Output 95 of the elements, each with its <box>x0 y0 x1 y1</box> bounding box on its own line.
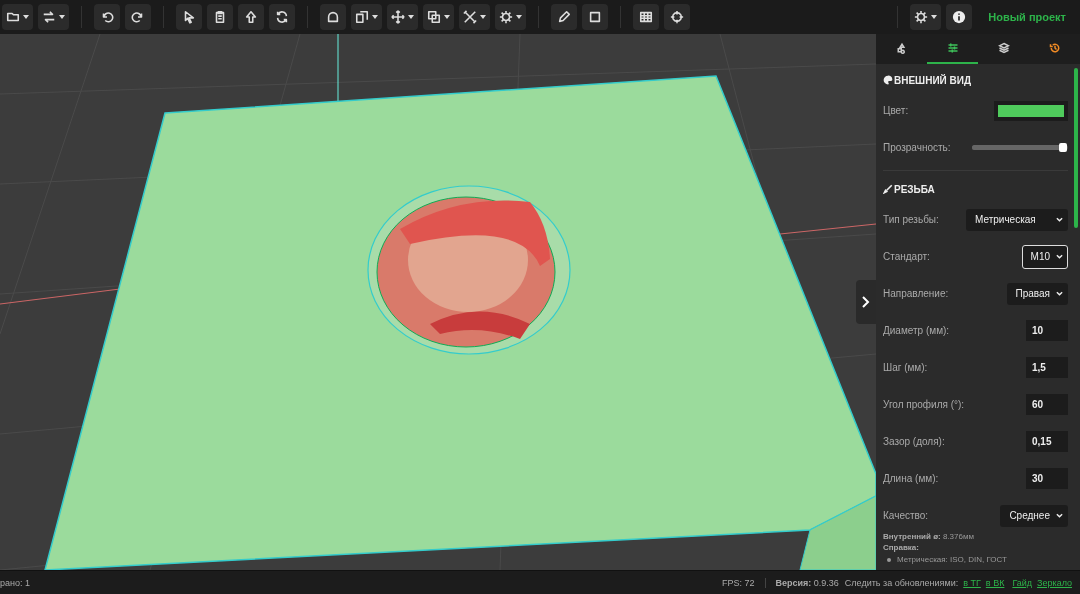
caret-icon <box>516 15 522 19</box>
grid-icon <box>639 10 653 24</box>
arch-icon <box>326 10 340 24</box>
field-label: Длина (мм): <box>883 473 939 484</box>
caret-icon <box>408 15 414 19</box>
undo-icon <box>100 10 114 24</box>
caret-icon <box>59 15 65 19</box>
fps-counter: FPS: 72 <box>722 577 755 588</box>
caret-icon <box>23 15 29 19</box>
refresh-icon <box>275 10 289 24</box>
refresh-button[interactable] <box>269 4 295 30</box>
folder-icon <box>6 10 20 24</box>
field-label: Направление: <box>883 288 949 299</box>
layers-button[interactable] <box>423 4 454 30</box>
gear-icon <box>914 10 929 24</box>
crosshair-icon <box>670 10 684 24</box>
dropdown-select[interactable]: Среднее <box>1000 504 1068 527</box>
number-input[interactable]: 10 <box>1026 320 1068 341</box>
chevron-down-icon <box>1056 217 1063 222</box>
chevron-down-icon <box>1056 291 1063 296</box>
layers-icon <box>427 10 441 24</box>
follow-text: Следить за обновлениями: <box>844 577 959 588</box>
pointer-button[interactable] <box>176 4 202 30</box>
collapse-panel-button[interactable] <box>856 280 876 324</box>
inner-diameter-text: Внутренний ø: 8.376мм <box>883 532 975 541</box>
number-input[interactable]: 0,15 <box>1026 431 1068 452</box>
move-icon <box>391 10 405 24</box>
number-input[interactable]: 30 <box>1026 468 1068 489</box>
dropdown-select[interactable]: M10 <box>1021 244 1068 269</box>
copy-button[interactable] <box>351 4 382 30</box>
dropdown-select[interactable]: Правая <box>1006 282 1068 305</box>
info-icon <box>952 10 967 24</box>
gear-icon <box>499 10 513 24</box>
copy-icon <box>355 10 369 24</box>
arch-button[interactable] <box>320 4 346 30</box>
help-item: Метрическая: ISO, DIN, ГОСТ <box>897 555 1007 564</box>
swap-button[interactable] <box>38 4 69 30</box>
caret-icon <box>480 15 486 19</box>
chevron-down-icon <box>1056 254 1063 259</box>
redo-icon <box>131 10 145 24</box>
caret-icon <box>372 15 378 19</box>
field-label: Качество: <box>883 510 929 521</box>
layers-icon <box>997 42 1010 54</box>
clipboard-button[interactable] <box>207 4 233 30</box>
brush-icon <box>883 184 893 194</box>
caret-icon <box>931 15 938 19</box>
tools-button[interactable] <box>459 4 490 30</box>
section-title: РЕЗЬБА <box>894 183 935 195</box>
pointer-icon <box>182 10 196 24</box>
status-link[interactable]: в ТГ <box>963 577 981 588</box>
version-text: Версия: 0.9.36 <box>775 577 839 588</box>
square-icon <box>588 10 602 24</box>
redo-button[interactable] <box>125 4 151 30</box>
dropdown-select[interactable]: Метрическая <box>966 208 1068 231</box>
sliders-icon <box>946 42 959 54</box>
status-link[interactable]: Гайд <box>1012 577 1033 588</box>
pencil-button[interactable] <box>551 4 577 30</box>
field-label: Диаметр (мм): <box>883 325 950 336</box>
section-title: ВНЕШНИЙ ВИД <box>894 74 972 86</box>
field-label: Зазор (доля): <box>883 436 945 447</box>
gear-button[interactable] <box>910 4 942 30</box>
field-label: Цвет: <box>883 105 909 116</box>
scrollbar[interactable] <box>1074 68 1078 228</box>
field-label: Шаг (мм): <box>883 362 928 373</box>
field-label: Тип резьбы: <box>883 214 939 225</box>
move-button[interactable] <box>387 4 418 30</box>
number-input[interactable]: 1,5 <box>1026 357 1068 378</box>
chevron-right-icon <box>862 296 870 308</box>
grid-button[interactable] <box>633 4 659 30</box>
crosshair-button[interactable] <box>664 4 690 30</box>
caret-icon <box>444 15 450 19</box>
number-input[interactable]: 60 <box>1026 394 1068 415</box>
status-link[interactable]: Зеркало <box>1037 577 1072 588</box>
status-link[interactable]: в ВК <box>985 577 1005 588</box>
bullet-icon <box>887 557 891 562</box>
folder-button[interactable] <box>2 4 33 30</box>
status-text: рано: 1 <box>0 577 30 588</box>
pencil-icon <box>557 10 571 24</box>
swap-icon <box>42 10 56 24</box>
info-button[interactable] <box>946 4 973 30</box>
clipboard-icon <box>213 10 227 24</box>
project-name: Новый проект <box>988 11 1066 23</box>
field-label: Прозрачность: <box>883 142 951 153</box>
square-button[interactable] <box>582 4 608 30</box>
field-label: Угол профиля (°): <box>883 399 965 410</box>
palette-icon <box>883 75 893 85</box>
undo-button[interactable] <box>94 4 120 30</box>
up-arrow-icon <box>244 10 258 24</box>
chevron-down-icon <box>1056 513 1063 518</box>
up-arrow-button[interactable] <box>238 4 264 30</box>
field-label: Стандарт: <box>883 251 930 262</box>
opacity-slider[interactable] <box>972 145 1068 150</box>
help-title: Справка: <box>883 543 920 552</box>
history-icon <box>1048 42 1061 54</box>
gear-button[interactable] <box>495 4 526 30</box>
